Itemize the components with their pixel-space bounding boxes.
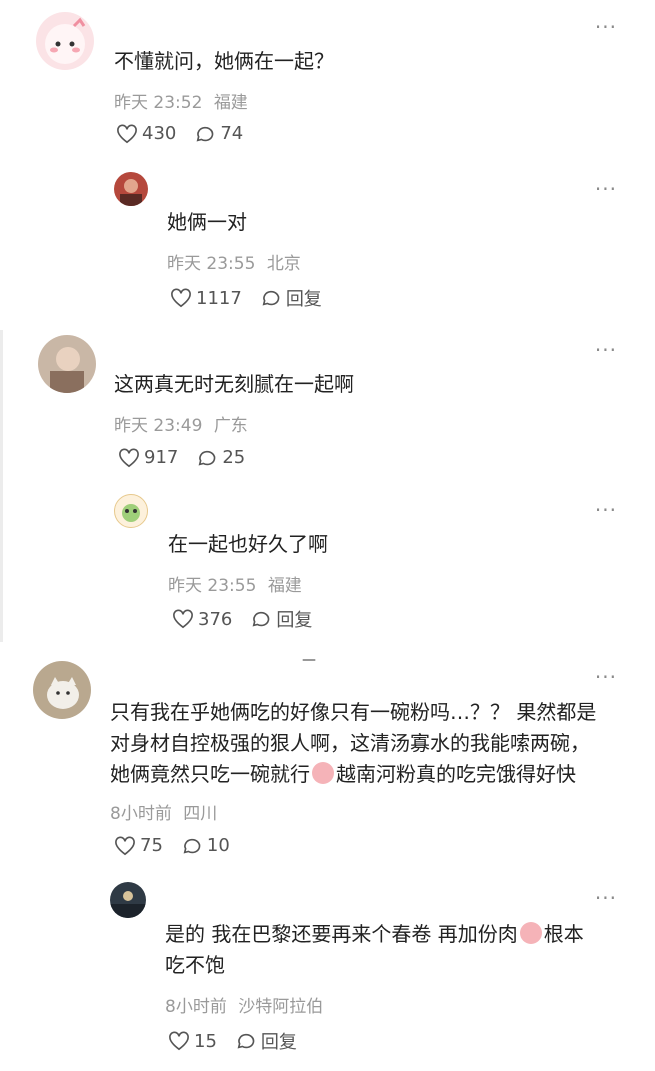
reply-time: 昨天 23:55	[168, 576, 257, 596]
avatar[interactable]	[33, 661, 91, 719]
comment-location: 四川	[183, 804, 218, 824]
reply-time: 昨天 23:55	[167, 254, 256, 274]
comment-text: 只有我在乎她俩吃的好像只有一碗粉吗…？？ 果然都是 对身材自控极强的狠人啊，这清…	[110, 697, 625, 790]
comment-bubble-icon	[198, 450, 216, 465]
like-button[interactable]: 376	[172, 609, 232, 630]
comment-location: 广东	[213, 416, 248, 436]
comment-text: 不懂就问，她俩在一起？	[114, 49, 334, 73]
reply-location: 沙特阿拉伯	[238, 997, 324, 1017]
like-button[interactable]: 917	[118, 447, 178, 468]
more-options-icon[interactable]: ···	[595, 500, 617, 520]
comment-actions: 75 10	[114, 835, 248, 856]
heart-icon	[173, 609, 193, 629]
comment-line: 她俩竟然只吃一碗就行 越南河粉真的吃完饿得好快	[110, 759, 625, 790]
reply-actions: 15 回复	[168, 1028, 315, 1054]
like-button[interactable]: 1117	[170, 288, 242, 309]
reply-count-button[interactable]: 74	[194, 123, 243, 144]
reply-actions: 1117 回复	[170, 285, 340, 311]
like-count: 1117	[196, 287, 242, 309]
avatar[interactable]	[114, 172, 148, 206]
reply-count: 74	[220, 123, 244, 144]
reply-count: 25	[222, 447, 246, 468]
thread-divider	[0, 330, 3, 642]
reply-line: 是的 我在巴黎还要再来个春卷 再加份肉 根本	[165, 919, 625, 950]
reply-text: 在一起也好久了啊	[168, 532, 328, 556]
comment-line: 对身材自控极强的狠人啊，这清汤寡水的我能嗦两碗，	[110, 731, 590, 755]
comment-time: 8小时前	[110, 804, 172, 824]
reply-location: 福建	[267, 576, 302, 596]
avatar[interactable]	[114, 494, 148, 528]
comment-line-part: 她俩竟然只吃一碗就行	[110, 762, 310, 786]
heart-icon	[119, 448, 139, 467]
reply-button[interactable]: 回复	[250, 606, 312, 632]
heart-icon	[169, 1031, 189, 1051]
like-button[interactable]: 430	[116, 123, 176, 144]
comment-bubble-icon	[237, 1033, 255, 1049]
comment-bubble-icon	[196, 126, 214, 141]
like-count: 430	[142, 123, 177, 144]
reply-label: 回复	[276, 610, 313, 631]
comment-meta: 昨天 23:49 广东	[114, 411, 248, 436]
reply-meta: 8小时前 沙特阿拉伯	[165, 992, 323, 1017]
comment-time: 昨天 23:49	[114, 416, 203, 436]
reply-count-button[interactable]: 25	[196, 447, 245, 468]
reply-time: 8小时前	[165, 997, 227, 1017]
comment-text: 这两真无时无刻腻在一起啊	[114, 372, 354, 396]
comment-meta: 昨天 23:52 福建	[114, 88, 248, 113]
reply-line-part: 是的 我在巴黎还要再来个春卷 再加份肉	[165, 922, 518, 946]
comment-line: 只有我在乎她俩吃的好像只有一碗粉吗…？？ 果然都是	[110, 700, 597, 724]
reply-count: 10	[206, 835, 230, 856]
comment-line-part: 越南河粉真的吃完饿得好快	[336, 762, 576, 786]
reply-line-part: 根本	[543, 922, 584, 946]
heart-icon	[117, 124, 137, 143]
reply-count-button[interactable]: 10	[181, 835, 230, 856]
reply-line: 吃不饱	[165, 953, 225, 977]
more-options-icon[interactable]: ···	[595, 179, 617, 199]
heart-icon	[171, 288, 191, 308]
more-options-icon[interactable]: ···	[595, 667, 617, 687]
like-count: 917	[144, 447, 179, 468]
more-options-icon[interactable]: ···	[595, 888, 617, 908]
more-options-icon[interactable]: ···	[595, 340, 617, 360]
avatar[interactable]	[110, 882, 146, 918]
comment-meta: 8小时前 四川	[110, 799, 217, 824]
reply-label: 回复	[285, 289, 322, 310]
reply-button[interactable]: 回复	[235, 1028, 297, 1054]
reply-button[interactable]: 回复	[260, 285, 322, 311]
comment-actions: 430 74	[116, 123, 261, 144]
like-button[interactable]: 15	[168, 1031, 217, 1052]
reply-label: 回复	[260, 1032, 297, 1053]
more-options-icon[interactable]: ···	[595, 17, 617, 37]
reply-actions: 376 回复	[172, 606, 330, 632]
like-count: 75	[140, 835, 163, 856]
comment-bubble-icon	[183, 838, 201, 853]
comment-time: 昨天 23:52	[114, 93, 203, 113]
avatar[interactable]	[36, 12, 94, 70]
reply-text: 是的 我在巴黎还要再来个春卷 再加份肉 根本 吃不饱	[165, 919, 625, 981]
crying-emoji-icon	[312, 762, 334, 784]
avatar[interactable]	[38, 335, 96, 393]
reply-meta: 昨天 23:55 福建	[168, 571, 302, 596]
comment-bubble-icon	[252, 611, 270, 627]
comment-actions: 917 25	[118, 447, 263, 468]
reply-meta: 昨天 23:55 北京	[167, 249, 301, 274]
comment-bubble-icon	[262, 290, 280, 306]
like-count: 15	[194, 1030, 217, 1052]
separator-mark: —	[302, 652, 316, 668]
like-count: 376	[198, 608, 233, 630]
crying-emoji-icon	[519, 922, 542, 944]
reply-text: 她俩一对	[167, 210, 247, 234]
like-button[interactable]: 75	[114, 835, 163, 856]
heart-icon	[115, 836, 135, 855]
comment-location: 福建	[213, 93, 248, 113]
reply-location: 北京	[266, 254, 301, 274]
